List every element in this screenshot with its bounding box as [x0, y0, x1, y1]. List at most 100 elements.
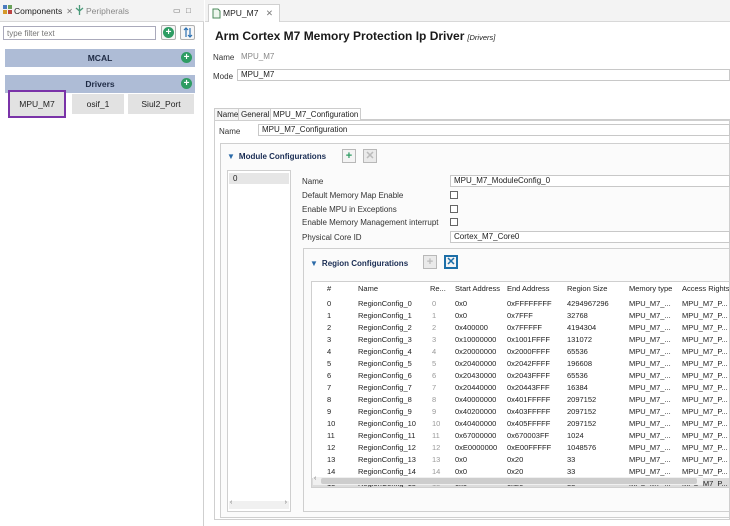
column-header[interactable]: Region Size [567, 284, 607, 293]
scroll-left-icon[interactable]: ‹ [230, 499, 232, 506]
table-row[interactable]: 10 RegionConfig_10 10 0x40400000 0x405FFFFF 2… [312, 418, 729, 430]
add-component-button[interactable]: + [161, 25, 176, 40]
mpu-exceptions-checkbox[interactable] [450, 205, 458, 213]
column-header[interactable]: Memory type [629, 284, 672, 293]
table-cell: MPU_M7_P... [682, 347, 728, 356]
table-cell: RegionConfig_7 [358, 383, 412, 392]
tab-peripherals-label: Peripherals [86, 6, 129, 16]
remove-region-button[interactable]: ✕ [444, 255, 458, 269]
add-region-button[interactable]: + [423, 255, 437, 269]
column-header[interactable]: Re... [430, 284, 446, 293]
tab-mpu-m7-configuration[interactable]: MPU_M7_Configuration [270, 108, 362, 120]
scroll-left-icon[interactable]: ‹ [314, 475, 316, 482]
list-scrollbar[interactable]: ‹ › [229, 499, 289, 509]
add-mcal-icon[interactable]: + [181, 52, 192, 63]
table-cell: MPU_M7_... [629, 359, 671, 368]
add-driver-icon[interactable]: + [181, 78, 192, 89]
close-icon[interactable]: ✕ [66, 7, 73, 16]
column-header[interactable]: # [327, 284, 331, 293]
table-cell: 196608 [567, 359, 593, 368]
table-cell: RegionConfig_4 [358, 347, 412, 356]
scrollbar-thumb[interactable] [321, 478, 697, 484]
table-cell: 5 [327, 359, 332, 368]
table-cell: MPU_M7_P... [682, 431, 728, 440]
table-row[interactable]: 1 RegionConfig_1 1 0x0 0x7FFF 32768 MPU_M7_...… [312, 310, 729, 322]
component-mpu-m7[interactable]: MPU_M7 [8, 90, 66, 118]
table-row[interactable]: 11 RegionConfig_11 11 0x67000000 0x670003FF 1… [312, 430, 729, 442]
tab-general[interactable]: General [238, 108, 273, 120]
category-drivers-label: Drivers [85, 79, 115, 89]
scroll-right-icon[interactable]: › [285, 499, 287, 506]
physical-core-select[interactable]: Cortex_M7_Core0 [450, 231, 730, 243]
table-row[interactable]: 4 RegionConfig_4 4 0x20000000 0x2000FFFF 6553… [312, 346, 729, 358]
region-configurations-header[interactable]: ▼ Region Configurations [310, 259, 408, 268]
table-cell: 7 [327, 383, 332, 392]
table-row[interactable]: 9 RegionConfig_9 9 0x40200000 0x403FFFFF 2097… [312, 406, 729, 418]
table-row[interactable]: 2 RegionConfig_2 2 0x400000 0x7FFFFF 4194304 M… [312, 322, 729, 334]
table-cell: 0x40000000 [455, 395, 497, 404]
table-cell: 33 [567, 467, 576, 476]
minimize-icon[interactable]: ▭ [173, 6, 181, 15]
sort-button[interactable] [180, 25, 195, 40]
table-cell: 2 [432, 323, 437, 332]
table-cell: MPU_M7_P... [682, 371, 728, 380]
table-cell: RegionConfig_1 [358, 311, 412, 320]
table-row[interactable]: 12 RegionConfig_12 12 0xE0000000 0xE00FFFFF 1… [312, 442, 729, 454]
table-cell: 0x20 [507, 467, 524, 476]
table-cell: 9 [327, 407, 332, 416]
tab-peripherals[interactable]: Peripherals [74, 4, 129, 20]
remove-module-button[interactable]: ✕ [363, 149, 377, 163]
editor-tab-label: MPU_M7 [223, 8, 259, 18]
table-horizontal-scrollbar[interactable]: ‹ [313, 475, 703, 485]
table-cell: MPU_M7_... [629, 395, 671, 404]
table-row[interactable]: 3 RegionConfig_3 3 0x10000000 0x1001FFFF 1310… [312, 334, 729, 346]
components-view: Components✕ Peripherals ▭ □ + MCAL + Dri… [0, 0, 204, 526]
module-configurations-header[interactable]: ▼ Module Configurations [227, 152, 326, 161]
table-cell: 4194304 [567, 323, 597, 332]
column-header[interactable]: Start Address [455, 284, 500, 293]
table-cell: 0x2043FFFF [507, 371, 550, 380]
component-osif-1[interactable]: osif_1 [72, 94, 124, 114]
table-row[interactable]: 13 RegionConfig_13 13 0x0 0x20 33 MPU_M7_... MP… [312, 454, 729, 466]
table-cell: 3 [432, 335, 437, 344]
table-cell: 16384 [567, 383, 588, 392]
column-header[interactable]: End Address [507, 284, 550, 293]
table-row[interactable]: 8 RegionConfig_8 8 0x40000000 0x401FFFFF 2097… [312, 394, 729, 406]
category-mcal-label: MCAL [87, 53, 113, 63]
table-cell: RegionConfig_11 [358, 431, 416, 440]
table-row[interactable]: 6 RegionConfig_6 6 0x20430000 0x2043FFFF 6553… [312, 370, 729, 382]
table-cell: 0x0 [455, 299, 468, 308]
table-cell: 13 [327, 455, 336, 464]
table-cell: 0x405FFFFF [507, 419, 551, 428]
table-cell: 4294967296 [567, 299, 609, 308]
editor-tab-mpu-m7[interactable]: MPU_M7 ✕ [208, 4, 280, 22]
column-header[interactable]: Name [358, 284, 378, 293]
physical-core-label: Physical Core ID [302, 233, 362, 242]
column-header[interactable]: Access Rights [682, 284, 729, 293]
default-memory-map-checkbox[interactable] [450, 191, 458, 199]
config-name-field[interactable]: MPU_M7_Configuration [258, 124, 730, 136]
maximize-icon[interactable]: □ [186, 6, 191, 15]
filter-input[interactable] [3, 26, 156, 40]
table-cell: RegionConfig_3 [358, 335, 412, 344]
region-table: # Name Re... Start Address End Address R… [311, 281, 730, 488]
close-icon[interactable]: ✕ [266, 8, 273, 18]
category-mcal[interactable]: MCAL + [5, 49, 195, 67]
chevron-down-icon: ▼ [227, 152, 235, 161]
module-name-field[interactable]: MPU_M7_ModuleConfig_0 [450, 175, 730, 187]
tab-components[interactable]: Components ✕ [2, 4, 73, 20]
table-row[interactable]: 5 RegionConfig_5 5 0x20400000 0x2042FFFF 1966… [312, 358, 729, 370]
table-cell: 7 [432, 383, 437, 392]
table-cell: 0x403FFFFF [507, 407, 551, 416]
mm-interrupt-checkbox[interactable] [450, 218, 458, 226]
table-cell: 0x20000000 [455, 347, 497, 356]
add-module-button[interactable]: + [342, 149, 356, 163]
mode-select[interactable]: MPU_M7 [237, 69, 730, 81]
module-list-item[interactable]: 0 [229, 173, 289, 184]
table-row[interactable]: 0 RegionConfig_0 0 0x0 0xFFFFFFFF 4294967296 M… [312, 298, 729, 310]
config-name-label: Name [219, 127, 241, 136]
table-cell: 2 [327, 323, 332, 332]
table-row[interactable]: 7 RegionConfig_7 7 0x20440000 0x20443FFF 1638… [312, 382, 729, 394]
table-cell: MPU_M7_P... [682, 455, 728, 464]
component-siul2-port[interactable]: Siul2_Port [128, 94, 194, 114]
